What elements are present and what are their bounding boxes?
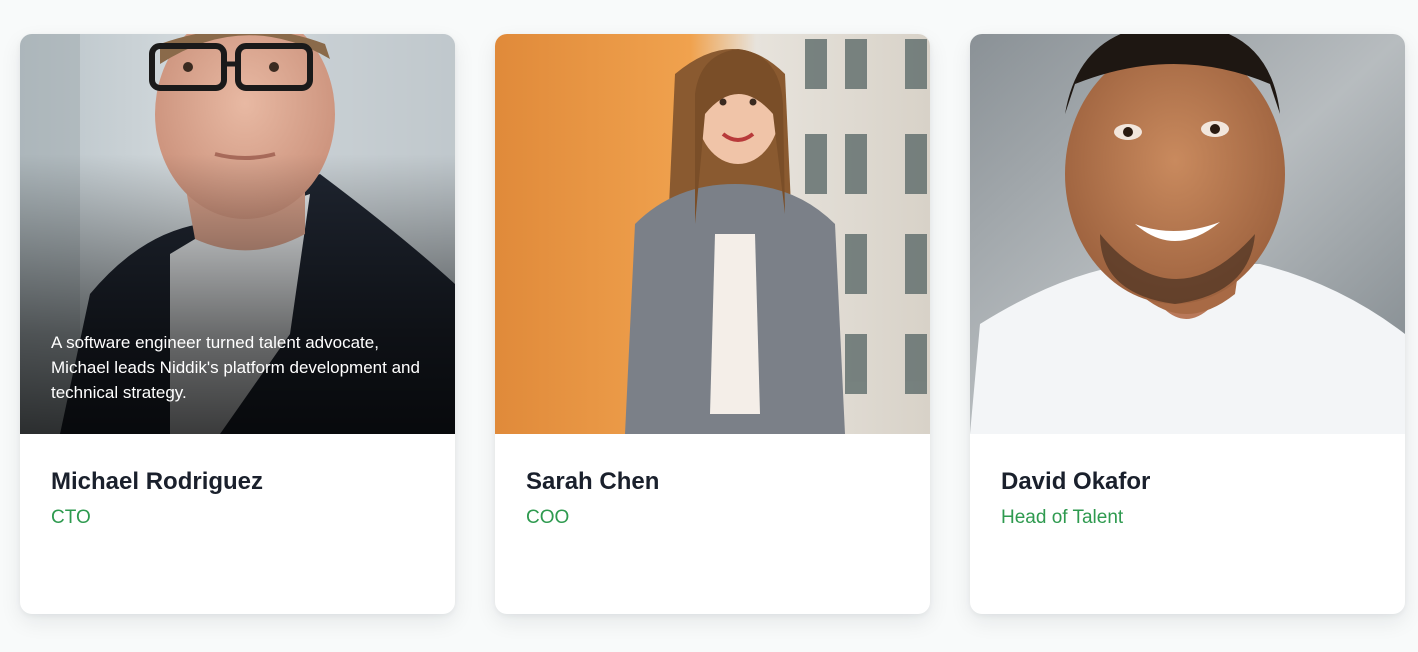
member-name: Sarah Chen bbox=[526, 468, 660, 495]
card-body: David Okafor Head of Talent bbox=[970, 434, 1405, 530]
member-name: David Okafor bbox=[1001, 468, 1151, 495]
member-portrait-image bbox=[970, 34, 1405, 434]
member-role: COO bbox=[526, 507, 570, 528]
member-role: CTO bbox=[51, 507, 91, 528]
team-grid: A software engineer turned talent advoca… bbox=[20, 34, 1405, 614]
team-card-sarah[interactable]: Sarah Chen COO bbox=[495, 34, 930, 614]
member-name: Michael Rodriguez bbox=[51, 468, 264, 495]
member-photo bbox=[495, 34, 930, 434]
member-portrait-image bbox=[495, 34, 930, 434]
team-card-david[interactable]: David Okafor Head of Talent bbox=[970, 34, 1405, 614]
member-role: Head of Talent bbox=[1001, 507, 1124, 528]
member-bio: A software engineer turned talent advoca… bbox=[51, 333, 420, 402]
member-photo: A software engineer turned talent advoca… bbox=[20, 34, 455, 434]
team-card-michael[interactable]: A software engineer turned talent advoca… bbox=[20, 34, 455, 614]
member-photo bbox=[970, 34, 1405, 434]
card-body: Sarah Chen COO bbox=[495, 434, 930, 530]
card-body: Michael Rodriguez CTO bbox=[20, 434, 455, 530]
